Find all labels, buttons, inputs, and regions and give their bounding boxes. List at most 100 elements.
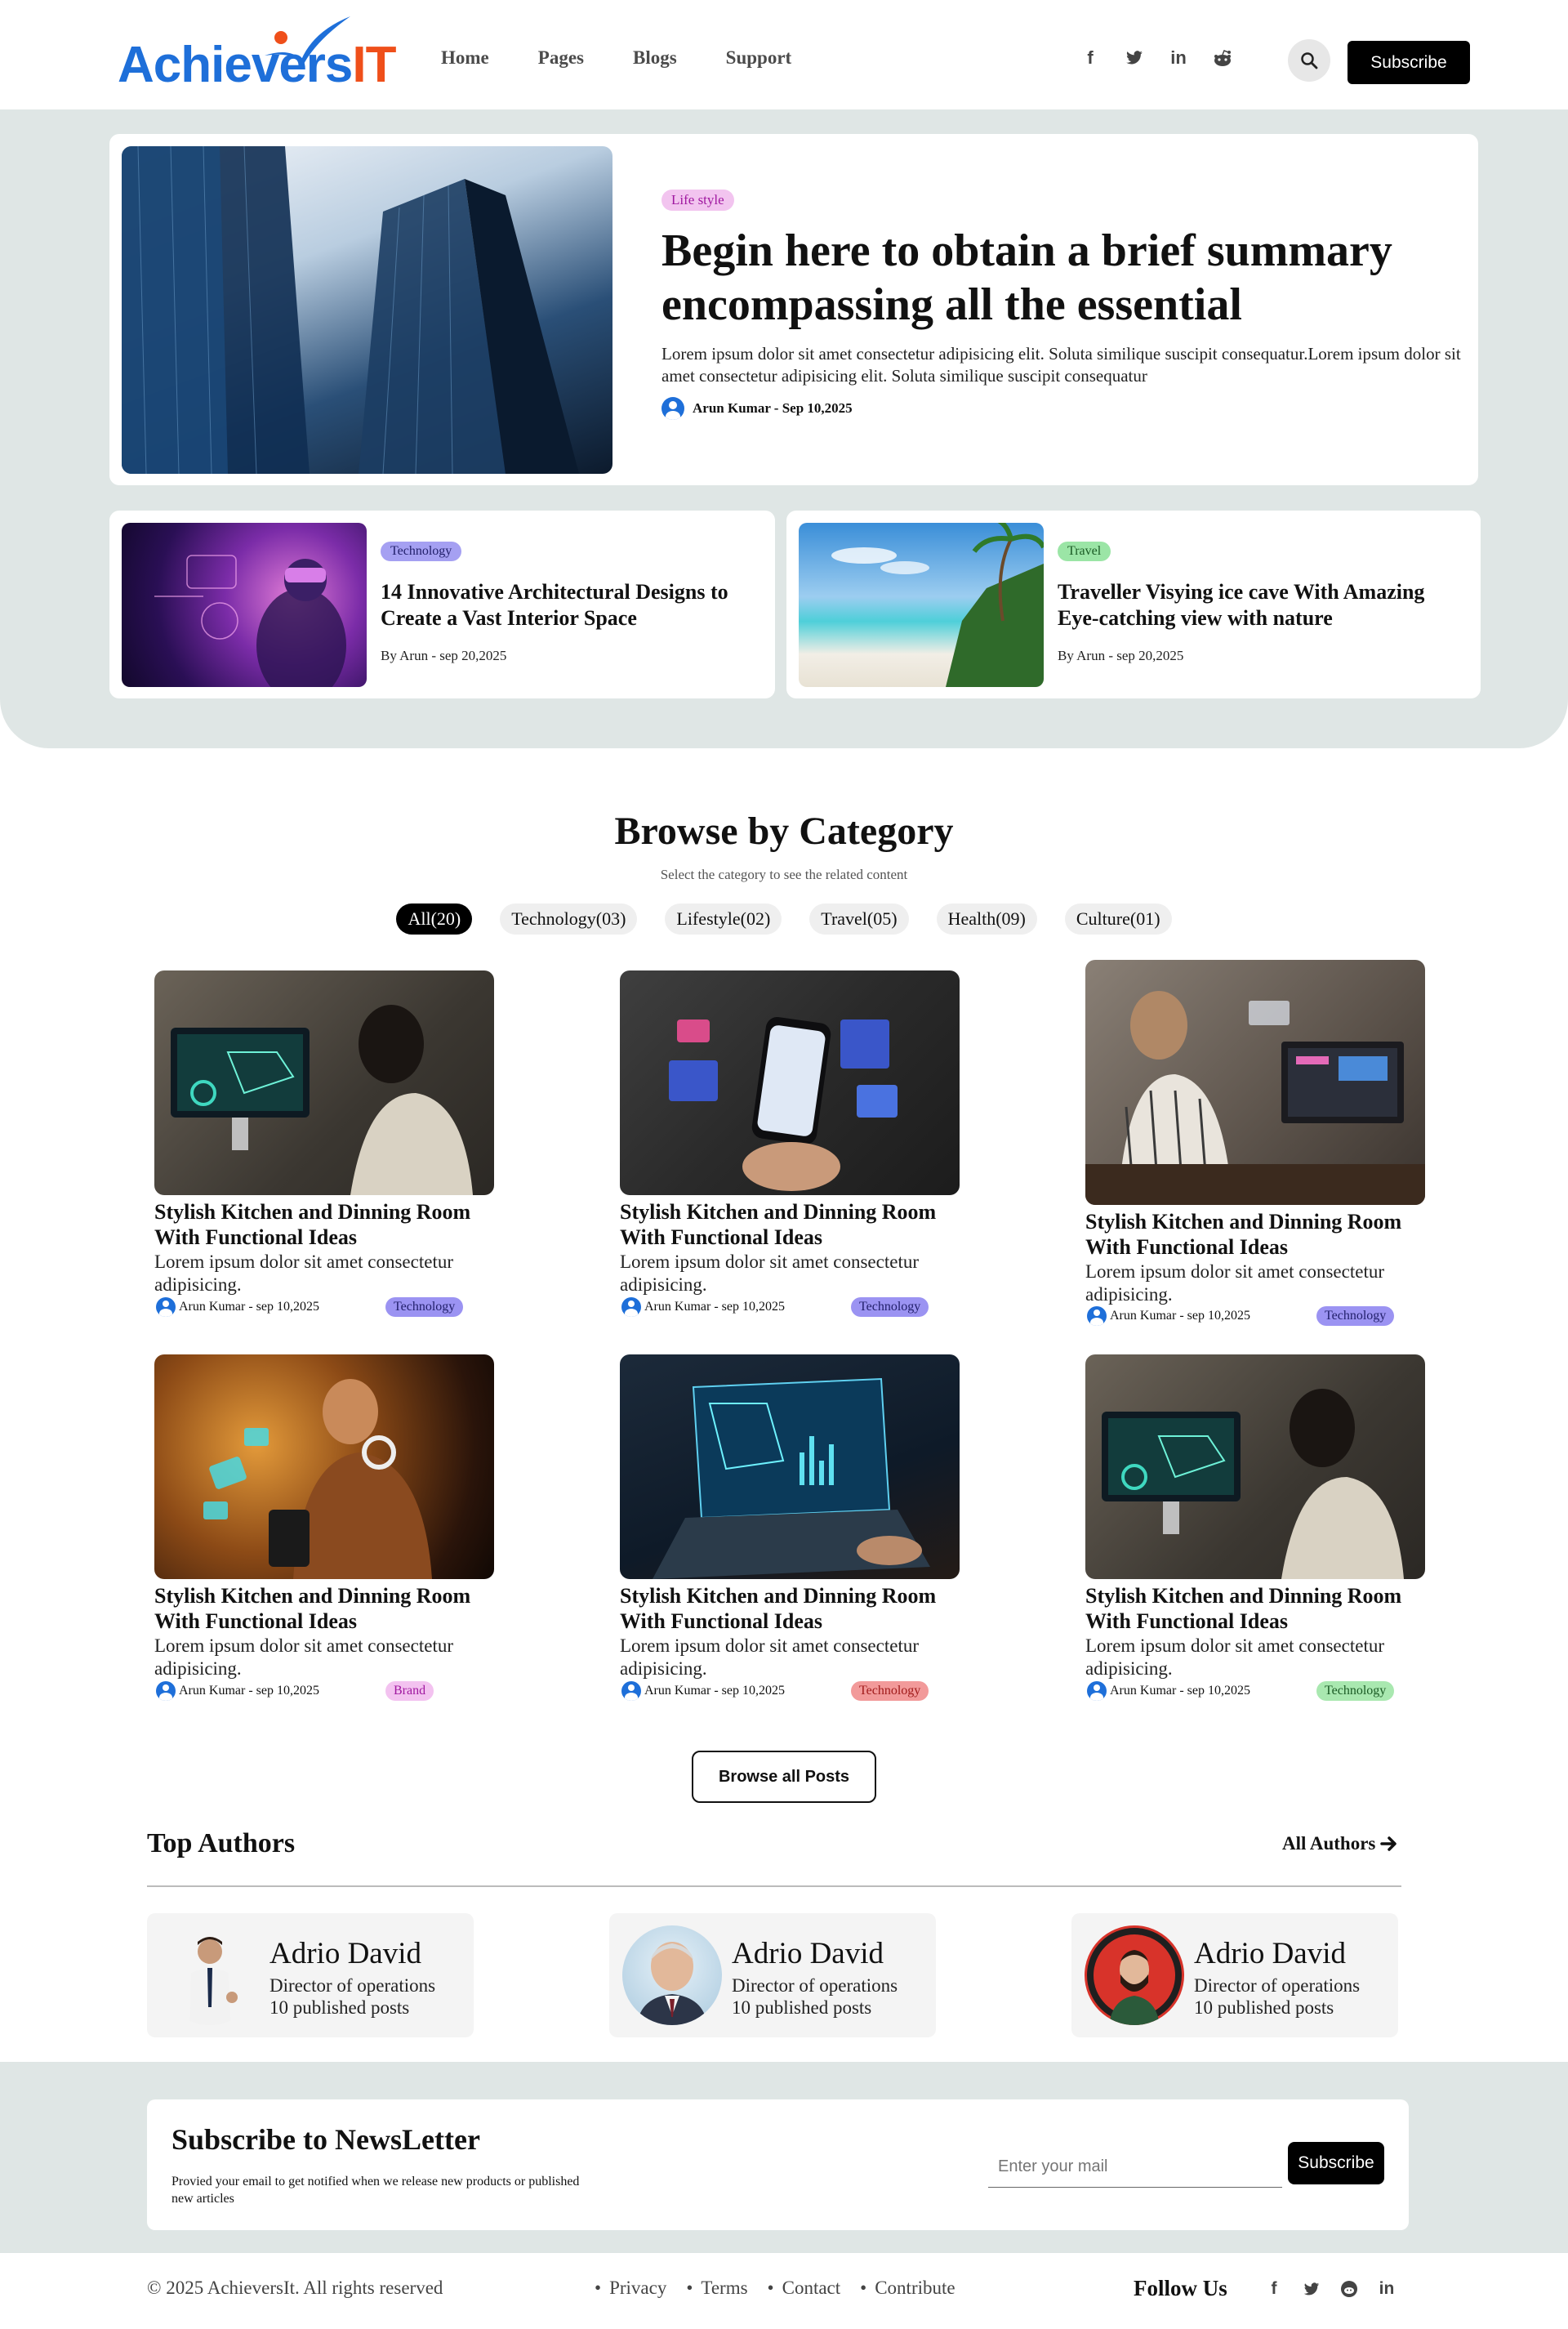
post-image-4 [154,1354,494,1579]
author-name-3[interactable]: Adrio David [1194,1936,1346,1971]
post-card-5[interactable]: Stylish Kitchen and Dinning Room With Fu… [620,1354,963,1706]
user-icon [621,1297,641,1317]
user-icon [1087,1681,1107,1701]
browse-all-posts-button[interactable]: Browse all Posts [692,1751,876,1803]
author-name-1[interactable]: Adrio David [270,1936,421,1971]
featured-tag-2[interactable]: Travel [1058,542,1111,561]
nav-home[interactable]: Home [441,47,489,69]
hero-post-card[interactable]: Life style Begin here to obtain a brief … [109,134,1478,485]
featured-title-1[interactable]: 14 Innovative Architectural Designs to C… [381,579,756,631]
author-card-1[interactable]: Adrio David Director of operations 10 pu… [147,1913,474,2037]
subscribe-button[interactable]: Subscribe [1348,41,1470,84]
author-role-3: Director of operations [1194,1975,1361,1996]
featured-card-1[interactable]: Technology 14 Innovative Architectural D… [109,511,775,698]
facebook-icon[interactable]: f [1080,47,1101,69]
header-social-links: f in [1080,47,1233,69]
footer-link-contact[interactable]: Contact [768,2278,841,2299]
post-tag-5[interactable]: Technology [851,1681,929,1701]
post-title-5[interactable]: Stylish Kitchen and Dinning Room With Fu… [620,1583,963,1634]
linkedin-icon[interactable]: in [1377,2279,1396,2299]
post-tag-2[interactable]: Technology [851,1297,929,1317]
post-title-2[interactable]: Stylish Kitchen and Dinning Room With Fu… [620,1199,963,1250]
filter-health[interactable]: Health(09) [936,903,1037,935]
post-desc-6: Lorem ipsum dolor sit amet consectetur a… [1085,1635,1384,1679]
main-nav: Home Pages Blogs Support [441,47,791,69]
search-button[interactable] [1288,39,1330,82]
nav-pages[interactable]: Pages [538,47,584,69]
newsletter-subscribe-button[interactable]: Subscribe [1288,2142,1384,2184]
reddit-icon[interactable] [1339,2279,1359,2299]
all-authors-label: All Authors [1282,1833,1376,1854]
filter-culture[interactable]: Culture(01) [1064,903,1172,935]
post-desc-2: Lorem ipsum dolor sit amet consectetur a… [620,1252,919,1295]
post-author-4: Arun Kumar - sep 10,2025 [179,1684,319,1698]
category-filters: All(20) Technology(03) Lifestyle(02) Tra… [0,903,1568,935]
footer-link-terms[interactable]: Terms [686,2278,747,2299]
author-avatar-1 [160,1925,260,2025]
post-title-6[interactable]: Stylish Kitchen and Dinning Room With Fu… [1085,1583,1428,1634]
filter-technology[interactable]: Technology(03) [500,903,638,935]
footer-social-links: f in [1264,2279,1396,2299]
post-image-6 [1085,1354,1425,1579]
post-card-6[interactable]: Stylish Kitchen and Dinning Room With Fu… [1085,1354,1428,1706]
author-posts-1: 10 published posts [270,1997,410,2018]
linkedin-icon[interactable]: in [1168,47,1189,69]
twitter-icon[interactable] [1302,2279,1321,2299]
nav-support[interactable]: Support [726,47,792,69]
post-tag-4[interactable]: Brand [385,1681,434,1701]
author-posts-3: 10 published posts [1194,1997,1334,2018]
twitter-icon[interactable] [1124,47,1145,69]
logo-text: AchieversIT [118,37,397,93]
hero-category-tag[interactable]: Life style [662,190,734,211]
hero-title[interactable]: Begin here to obtain a brief summary enc… [662,224,1446,332]
copyright-text: © 2025 AchieversIt. All rights reserved [147,2278,443,2298]
post-title-4[interactable]: Stylish Kitchen and Dinning Room With Fu… [154,1583,497,1634]
author-card-2[interactable]: Adrio David Director of operations 10 pu… [609,1913,936,2037]
filter-all[interactable]: All(20) [396,903,473,935]
top-authors-title: Top Authors [147,1828,296,1858]
post-meta-4: Arun Kumar - sep 10,2025 [156,1681,499,1701]
featured-image-2 [799,523,1044,687]
post-tag-6[interactable]: Technology [1316,1681,1395,1701]
post-card-3[interactable]: Stylish Kitchen and Dinning Room With Fu… [1085,960,1428,1327]
post-title-1[interactable]: Stylish Kitchen and Dinning Room With Fu… [154,1199,497,1250]
post-author-6: Arun Kumar - sep 10,2025 [1110,1684,1250,1698]
author-card-3[interactable]: Adrio David Director of operations 10 pu… [1071,1913,1398,2037]
author-name-2[interactable]: Adrio David [732,1936,884,1971]
featured-image-1 [122,523,367,687]
post-card-4[interactable]: Stylish Kitchen and Dinning Room With Fu… [154,1354,497,1706]
featured-title-2[interactable]: Traveller Visying ice cave With Amazing … [1058,579,1450,631]
post-author-3: Arun Kumar - sep 10,2025 [1110,1309,1250,1323]
user-icon [1087,1306,1107,1326]
author-avatar-2 [622,1925,722,2025]
footer-links: Privacy Terms Contact Contribute [595,2278,956,2299]
all-authors-link[interactable]: All Authors [1282,1833,1398,1854]
footer-link-privacy[interactable]: Privacy [595,2278,666,2299]
newsletter-email-input[interactable] [988,2147,1282,2188]
featured-tag-1[interactable]: Technology [381,542,462,561]
post-desc-5: Lorem ipsum dolor sit amet consectetur a… [620,1635,919,1679]
browse-subtitle: Select the category to see the related c… [660,867,908,882]
post-tag-3[interactable]: Technology [1316,1306,1395,1326]
nav-blogs[interactable]: Blogs [633,47,677,69]
filter-travel[interactable]: Travel(05) [809,903,909,935]
post-card-1[interactable]: Stylish Kitchen and Dinning Room With Fu… [154,970,497,1322]
reddit-icon[interactable] [1212,47,1233,69]
featured-card-2[interactable]: Travel Traveller Visying ice cave With A… [786,511,1481,698]
post-card-2[interactable]: Stylish Kitchen and Dinning Room With Fu… [620,970,963,1322]
post-title-3[interactable]: Stylish Kitchen and Dinning Room With Fu… [1085,1209,1428,1260]
author-role-1: Director of operations [270,1975,436,1996]
post-tag-1[interactable]: Technology [385,1297,464,1317]
user-icon [621,1681,641,1701]
facebook-icon[interactable]: f [1264,2279,1284,2299]
author-role-2: Director of operations [732,1975,898,1996]
brand-logo[interactable]: AchieversIT [118,15,428,96]
site-header: AchieversIT Home Pages Blogs Support f i… [0,0,1568,109]
post-image-3 [1085,960,1425,1205]
newsletter-description: Provied your email to get notified when … [172,2175,580,2206]
follow-us-label: Follow Us [1134,2276,1227,2300]
post-author-2: Arun Kumar - sep 10,2025 [644,1300,785,1314]
post-image-1 [154,970,494,1195]
filter-lifestyle[interactable]: Lifestyle(02) [665,903,782,935]
footer-link-contribute[interactable]: Contribute [860,2278,955,2299]
